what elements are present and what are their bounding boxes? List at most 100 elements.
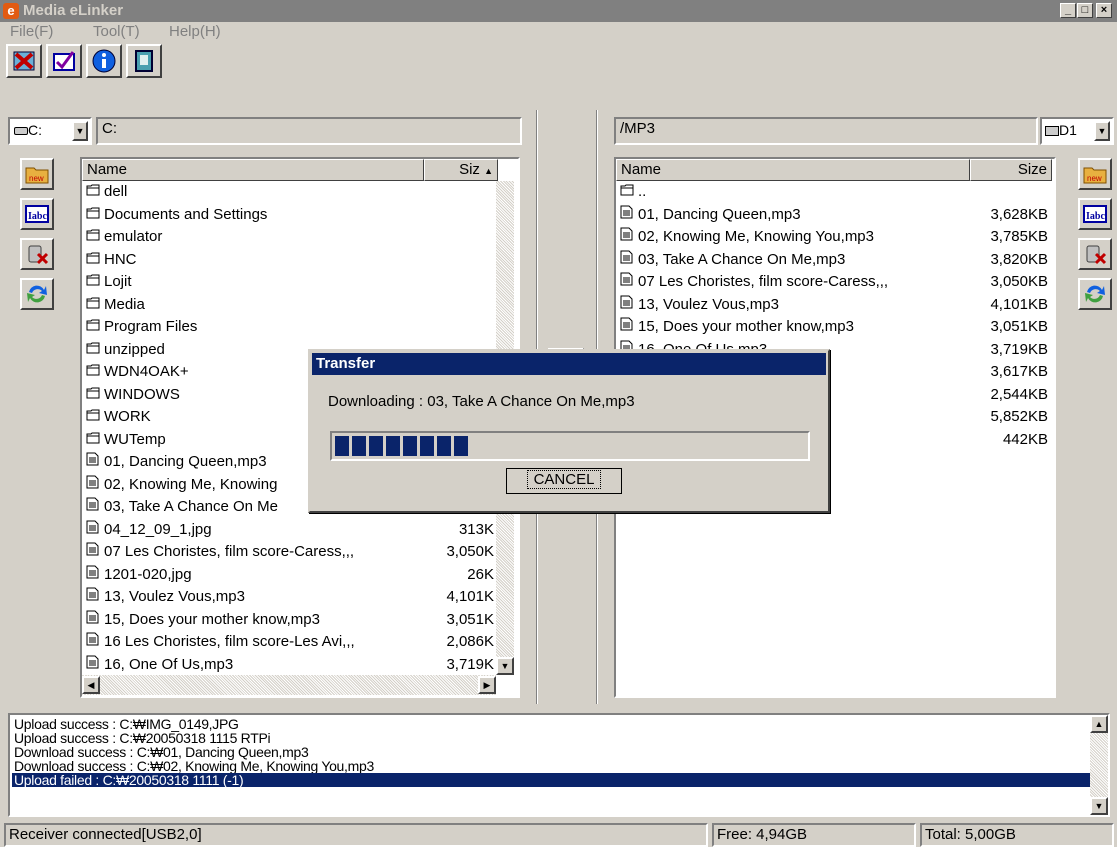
dialog-title[interactable]: Transfer	[312, 353, 826, 375]
item-size: 3,719K	[446, 655, 494, 673]
item-name: Media	[104, 295, 145, 313]
item-name: WUTemp	[104, 430, 166, 448]
item-size: 313K	[458, 520, 494, 538]
item-size: 26K	[467, 565, 494, 583]
left-folder-row[interactable]: Lojit	[86, 271, 496, 293]
log-entry[interactable]: Download success : C:₩01, Dancing Queen,…	[14, 745, 309, 759]
right-file-row[interactable]: 13, Voulez Vous,mp3 4,101KB	[620, 294, 1050, 316]
left-file-row[interactable]: 07 Les Choristes, film score-Caress,,, 3,…	[86, 541, 496, 563]
device-drive-icon	[1045, 126, 1059, 137]
chevron-down-icon[interactable]: ▼	[72, 121, 88, 141]
svg-text:Iabc: Iabc	[1086, 211, 1105, 222]
right-rename-button[interactable]: Iabc	[1078, 198, 1112, 230]
right-path-field[interactable]: /MP3	[614, 117, 1038, 145]
left-delete-button[interactable]	[20, 238, 54, 270]
scroll-down-icon[interactable]: ▼	[496, 657, 514, 675]
log-entry[interactable]: Upload success : C:₩IMG_0149,JPG	[14, 717, 239, 731]
right-file-row[interactable]: 03, Take A Chance On Me,mp3 3,820KB	[620, 249, 1050, 271]
menu-tool[interactable]: Tool(T)	[93, 23, 140, 40]
delete-icon	[28, 245, 49, 265]
left-path-field[interactable]: C:	[96, 117, 522, 145]
item-size: 4,101K	[446, 588, 494, 605]
item-size: 3,820KB	[990, 250, 1048, 268]
left-folder-row[interactable]: emulator	[86, 226, 496, 248]
menu-file[interactable]: File(F)	[10, 23, 53, 40]
log-panel[interactable]: Upload success : C:₩IMG_0149,JPG Upload s…	[8, 713, 1110, 817]
item-size: 3,050K	[446, 543, 494, 560]
folder-icon	[86, 361, 102, 383]
left-folder-row[interactable]: HNC	[86, 249, 496, 271]
left-folder-row[interactable]: Documents and Settings	[86, 204, 496, 226]
item-name: emulator	[104, 228, 163, 245]
file-icon	[620, 226, 636, 248]
progress-block	[420, 436, 434, 456]
maximize-button[interactable]: □	[1077, 3, 1093, 18]
right-file-row[interactable]: 01, Dancing Queen,mp3 3,628KB	[620, 204, 1050, 226]
right-refresh-button[interactable]	[1078, 278, 1112, 310]
right-folder-row[interactable]: ..	[620, 181, 1050, 203]
check-button[interactable]	[46, 44, 82, 78]
left-folder-row[interactable]: dell	[86, 181, 496, 203]
refresh-icon	[27, 285, 47, 303]
right-file-row[interactable]: 07 Les Choristes, film score-Caress,,, 3,…	[620, 271, 1050, 293]
progress-block	[352, 436, 366, 456]
left-folder-row[interactable]: Media	[86, 294, 496, 316]
scroll-left-icon[interactable]: ◀	[82, 676, 100, 694]
file-icon	[86, 541, 102, 563]
left-rename-button[interactable]: Iabc	[20, 198, 54, 230]
right-drive-select[interactable]: D1 ▼	[1040, 117, 1114, 145]
right-file-row[interactable]: 15, Does your mother know,mp3 3,051KB	[620, 316, 1050, 338]
right-col-size[interactable]: Size	[970, 159, 1052, 181]
left-col-size[interactable]: Siz ▲	[424, 159, 498, 181]
left-new-folder-button[interactable]: new	[20, 158, 54, 190]
left-drive-label: C:	[28, 122, 42, 138]
folder-icon	[86, 294, 102, 316]
folder-icon	[86, 384, 102, 406]
right-file-row[interactable]: 02, Knowing Me, Knowing You,mp3 3,785KB	[620, 226, 1050, 248]
left-file-row[interactable]: 13, Voulez Vous,mp3 4,101K	[86, 586, 496, 608]
disconnect-button[interactable]	[6, 44, 42, 78]
log-vscroll[interactable]: ▲ ▼	[1090, 715, 1108, 815]
right-col-name[interactable]: Name	[616, 159, 970, 181]
log-entry[interactable]: Download success : C:₩02, Knowing Me, Kn…	[14, 759, 374, 773]
item-size: 3,051K	[446, 610, 494, 628]
progress-block	[403, 436, 417, 456]
progress-block	[386, 436, 400, 456]
item-name: dell	[104, 183, 128, 200]
folder-icon	[86, 271, 102, 293]
left-file-row[interactable]: 16 Les Choristes, film score-Les Avi,,, 2…	[86, 631, 496, 653]
scroll-right-icon[interactable]: ▶	[478, 676, 496, 694]
log-entry[interactable]: Upload failed : C:₩20050318 1111 (-1)	[12, 773, 1090, 787]
right-new-folder-button[interactable]: new	[1078, 158, 1112, 190]
title-bar[interactable]: e Media eLinker _ □ ×	[0, 0, 1117, 22]
log-entry[interactable]: Upload success : C:₩20050318 1115 RTPi	[14, 731, 271, 745]
scroll-up-icon[interactable]: ▲	[1090, 715, 1108, 733]
minimize-button[interactable]: _	[1060, 3, 1076, 18]
right-delete-button[interactable]	[1078, 238, 1112, 270]
left-hscroll[interactable]: ◀ ▶	[82, 675, 496, 695]
left-file-row[interactable]: 04_12_09_1,jpg 313K	[86, 519, 496, 541]
left-folder-row[interactable]: Program Files	[86, 316, 496, 338]
info-button[interactable]	[86, 44, 122, 78]
item-name: WORK	[104, 408, 151, 425]
svg-text:Iabc: Iabc	[28, 211, 47, 222]
item-name: unzipped	[104, 340, 165, 358]
info-icon	[92, 49, 116, 73]
folder-icon	[86, 316, 102, 338]
left-file-row[interactable]: 15, Does your mother know,mp3 3,051K	[86, 609, 496, 631]
cancel-button[interactable]: CANCEL	[506, 468, 622, 494]
hard-drive-icon	[14, 127, 28, 136]
chevron-down-icon[interactable]: ▼	[1094, 121, 1110, 141]
item-size: 3,617KB	[990, 363, 1048, 380]
left-refresh-button[interactable]	[20, 278, 54, 310]
left-file-row[interactable]: 1201-020,jpg 26K	[86, 564, 496, 586]
left-drive-select[interactable]: C: ▼	[8, 117, 92, 145]
file-icon	[620, 316, 636, 338]
item-size: 3,628KB	[990, 205, 1048, 223]
left-col-name[interactable]: Name	[82, 159, 424, 181]
menu-help[interactable]: Help(H)	[169, 23, 221, 40]
scroll-down-icon[interactable]: ▼	[1090, 797, 1108, 815]
left-file-row[interactable]: 16, One Of Us,mp3 3,719K	[86, 654, 496, 676]
device-button[interactable]	[126, 44, 162, 78]
close-button[interactable]: ×	[1096, 3, 1112, 18]
